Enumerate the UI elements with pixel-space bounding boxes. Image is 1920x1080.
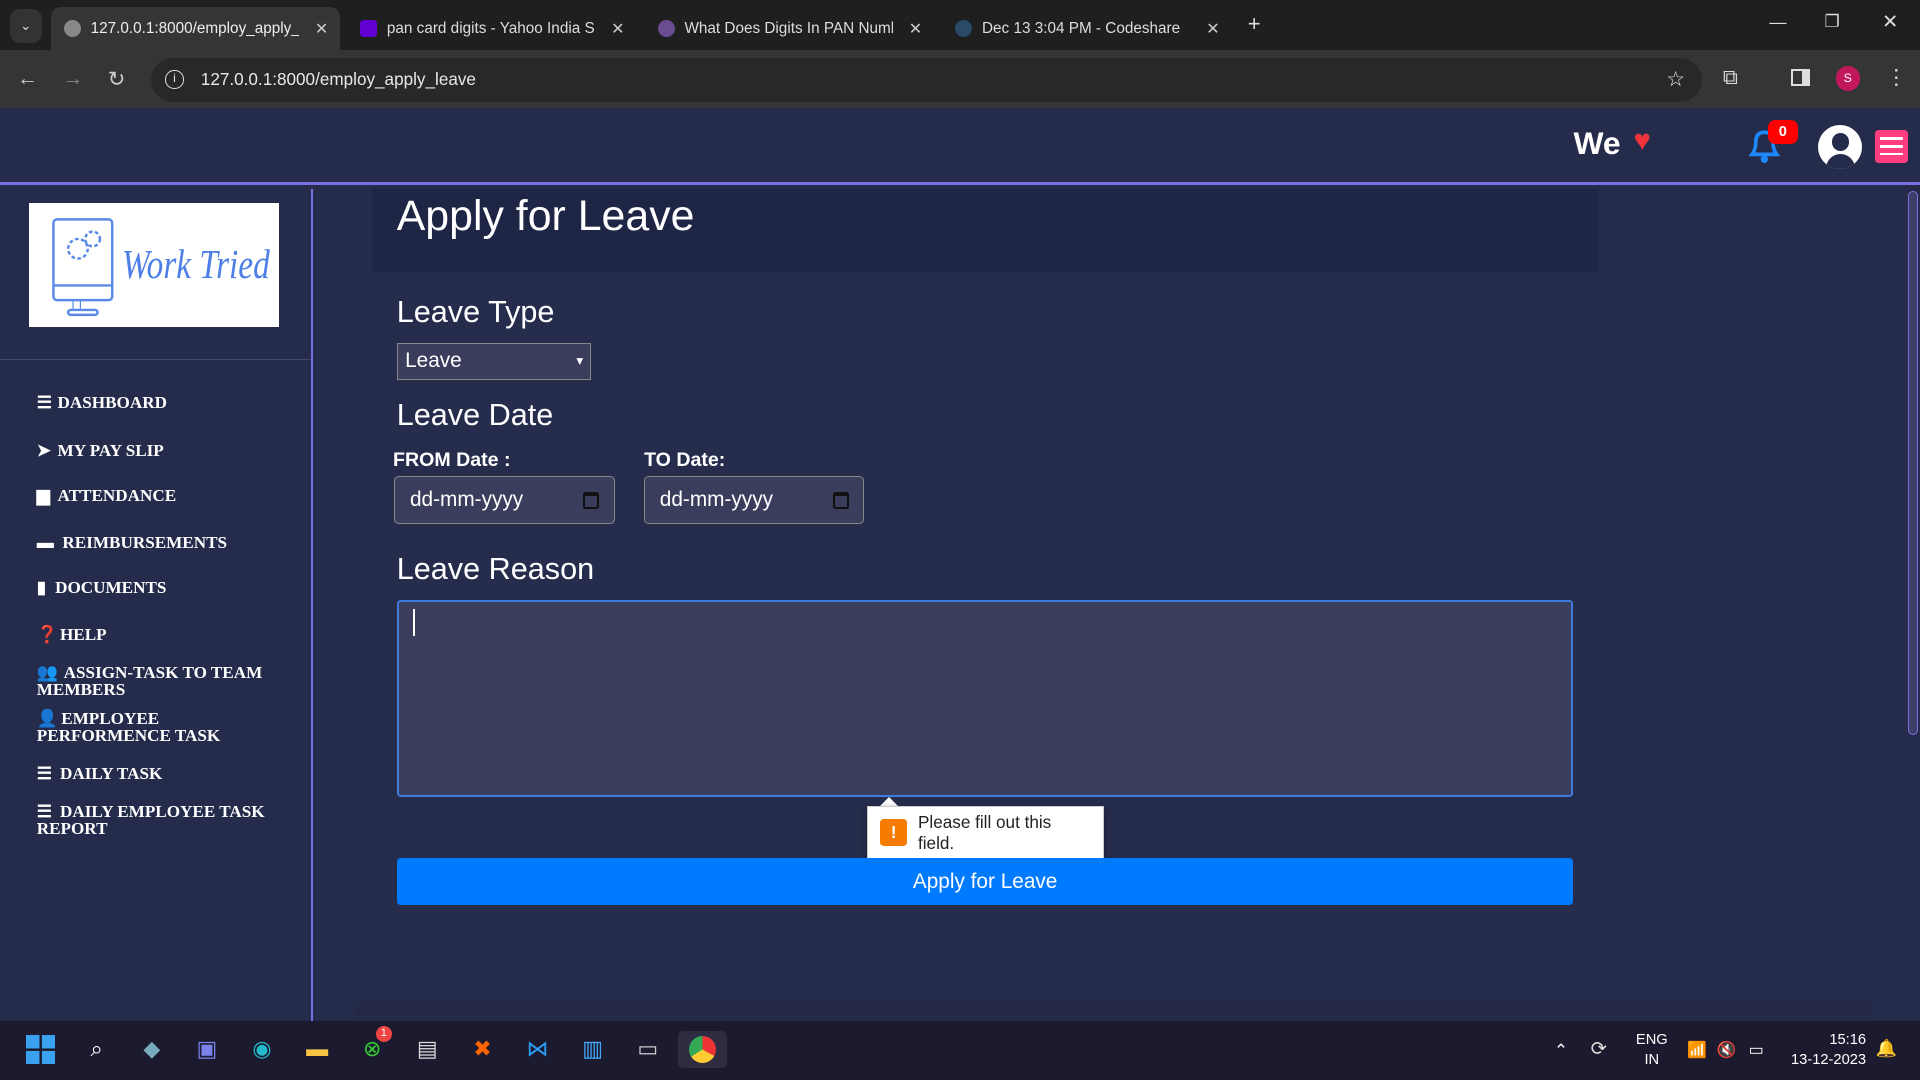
- app-header: [0, 107, 1920, 185]
- close-tab-icon[interactable]: ✕: [1206, 19, 1219, 39]
- xbox-icon[interactable]: ⊗ 1: [354, 1026, 392, 1068]
- sidebar-item-dashboard[interactable]: ☰ DASHBOARD: [37, 394, 282, 411]
- validation-tooltip: ! Please fill out this field.: [866, 805, 1105, 860]
- to-date-label: TO Date:: [644, 449, 726, 472]
- list-icon: ☰: [36, 764, 53, 784]
- brand-text: We: [1573, 124, 1621, 161]
- new-tab-button[interactable]: +: [1248, 11, 1261, 37]
- calendar-icon[interactable]: [583, 491, 599, 509]
- close-tab-icon[interactable]: ✕: [611, 19, 624, 39]
- hamburger-menu-button[interactable]: [1874, 129, 1908, 163]
- yahoo-icon: [359, 20, 378, 38]
- teams-icon[interactable]: ▣: [189, 1031, 226, 1068]
- close-tab-icon[interactable]: ✕: [909, 19, 922, 39]
- xbox-badge: 1: [375, 1026, 392, 1043]
- sidebar-item-attendance[interactable]: ▆ ATTENDANCE: [37, 487, 282, 504]
- page-title: Apply for Leave: [396, 192, 695, 241]
- back-button[interactable]: ←: [17, 67, 38, 91]
- leave-date-label: Leave Date: [396, 397, 554, 432]
- reload-button[interactable]: ↻: [108, 67, 125, 92]
- page-scrollbar[interactable]: [1907, 191, 1918, 735]
- tray-overflow-icon[interactable]: ⌃: [1554, 1040, 1568, 1061]
- logo-text: Work Tried: [122, 242, 271, 289]
- sidebar-item-help[interactable]: ❓ HELP: [37, 626, 282, 643]
- minimize-button[interactable]: —: [1769, 12, 1786, 33]
- xampp-icon[interactable]: ✖: [464, 1031, 501, 1068]
- address-bar[interactable]: i 127.0.0.1:8000/employ_apply_leave ☆: [150, 57, 1703, 102]
- sidebar-item-documents[interactable]: ▮ DOCUMENTS: [37, 579, 282, 596]
- close-window-button[interactable]: ✕: [1882, 10, 1898, 34]
- user-gear-icon: 👤: [36, 709, 59, 729]
- monitor-gears-icon: [52, 218, 114, 317]
- sidebar-item-employee-performence-task[interactable]: 👤 EMPLOYEE PERFORMENCE TASK: [37, 710, 282, 744]
- edge-icon[interactable]: ◉: [244, 1031, 281, 1068]
- notification-badge: 0: [1768, 120, 1798, 145]
- heart-icon: ♥: [1633, 123, 1651, 157]
- users-icon: 👥: [36, 662, 59, 682]
- leave-reason-textarea[interactable]: [396, 600, 1574, 798]
- list-icon: ☰: [36, 802, 53, 822]
- calendar-icon: ▆: [36, 486, 50, 506]
- credit-card-icon: ▬: [36, 532, 54, 552]
- chrome-icon[interactable]: [678, 1031, 728, 1068]
- sidebar-divider: [0, 358, 312, 360]
- restore-button[interactable]: ❐: [1824, 11, 1839, 32]
- site-icon: [657, 20, 675, 38]
- windows-taskbar: [0, 1021, 1920, 1080]
- sidebar-item-daily-employee-task-report[interactable]: ☰ DAILY EMPLOYEE TASK REPORT: [37, 803, 282, 837]
- sidebar: Work Tried ☰ DASHBOARD ➤ MY PAY SLIP ▆ ATTE…: [0, 188, 314, 1022]
- vscode-icon[interactable]: ⋈: [519, 1031, 556, 1068]
- sidebar-item-daily-task[interactable]: ☰ DAILY TASK: [37, 765, 282, 782]
- tab-pan-digits[interactable]: What Does Digits In PAN Number ✕: [645, 7, 934, 50]
- calendar-icon[interactable]: [832, 491, 849, 509]
- codeshare-icon: [955, 20, 973, 38]
- battery-icon[interactable]: ▭: [1749, 1040, 1764, 1060]
- chevron-down-icon: ▾: [576, 353, 584, 369]
- warning-icon: !: [880, 819, 907, 847]
- work-tried-logo[interactable]: Work Tried: [29, 203, 280, 327]
- tab-employ-apply-leave[interactable]: 127.0.0.1:8000/employ_apply_leave ✕: [51, 7, 341, 51]
- notes-icon[interactable]: ▥: [574, 1031, 611, 1068]
- file-explorer-icon[interactable]: ▬: [299, 1031, 336, 1068]
- apply-for-leave-button[interactable]: Apply for Leave: [396, 858, 1574, 905]
- file-icon: ▮: [36, 578, 47, 598]
- bookmark-star-icon[interactable]: ☆: [1666, 67, 1685, 92]
- globe-icon: [63, 20, 81, 38]
- footer-panel: [355, 1001, 1870, 1022]
- tab-yahoo-search[interactable]: pan card digits - Yahoo India Search ✕: [348, 7, 637, 50]
- side-panel-icon[interactable]: [1791, 68, 1810, 86]
- volume-muted-icon[interactable]: 🔇: [1717, 1040, 1737, 1060]
- terminal-icon[interactable]: ▭: [629, 1031, 666, 1068]
- sidebar-item-reimbursements[interactable]: ▬ REIMBURSEMENTS: [37, 534, 282, 551]
- profile-avatar[interactable]: S: [1835, 66, 1860, 91]
- leave-type-label: Leave Type: [396, 295, 555, 330]
- close-tab-icon[interactable]: ✕: [315, 19, 328, 39]
- from-date-label: FROM Date :: [393, 449, 511, 472]
- tab-codeshare[interactable]: Dec 13 3:04 PM - Codeshare ✕: [943, 7, 1232, 50]
- forward-button[interactable]: →: [62, 67, 83, 91]
- clock[interactable]: 15:16 13-12-2023: [1785, 1031, 1866, 1070]
- from-date-input[interactable]: dd-mm-yyyy: [394, 476, 615, 525]
- sidebar-item-assign-task[interactable]: 👥 ASSIGN-TASK TO TEAM MEMBERS: [37, 664, 282, 698]
- to-date-input[interactable]: dd-mm-yyyy: [644, 476, 865, 525]
- language-indicator[interactable]: ENG IN: [1636, 1031, 1668, 1070]
- search-icon[interactable]: ⌕: [78, 1031, 115, 1068]
- notepad-icon[interactable]: ▤: [409, 1031, 446, 1068]
- leave-reason-label: Leave Reason: [396, 552, 595, 587]
- extensions-icon[interactable]: ⧉: [1723, 66, 1738, 90]
- tab-search-button[interactable]: ⌄: [9, 8, 42, 43]
- bars-icon: ☰: [36, 393, 53, 413]
- notification-bell-icon[interactable]: 🔔: [1876, 1038, 1897, 1059]
- browser-menu-icon[interactable]: ⋮: [1886, 65, 1907, 90]
- site-info-icon[interactable]: i: [165, 70, 184, 89]
- notification-bell[interactable]: 0: [1746, 120, 1798, 170]
- sidebar-item-my-pay-slip[interactable]: ➤ MY PAY SLIP: [37, 442, 282, 459]
- leave-type-select[interactable]: Leave ▾: [396, 342, 592, 380]
- question-circle-icon: ❓: [36, 624, 59, 644]
- widgets-icon[interactable]: ◆: [133, 1031, 170, 1068]
- wifi-icon[interactable]: 📶: [1687, 1040, 1707, 1060]
- paper-plane-icon: ➤: [36, 441, 52, 461]
- sync-icon[interactable]: ⟳: [1591, 1037, 1607, 1061]
- windows-start-icon[interactable]: [22, 1031, 59, 1068]
